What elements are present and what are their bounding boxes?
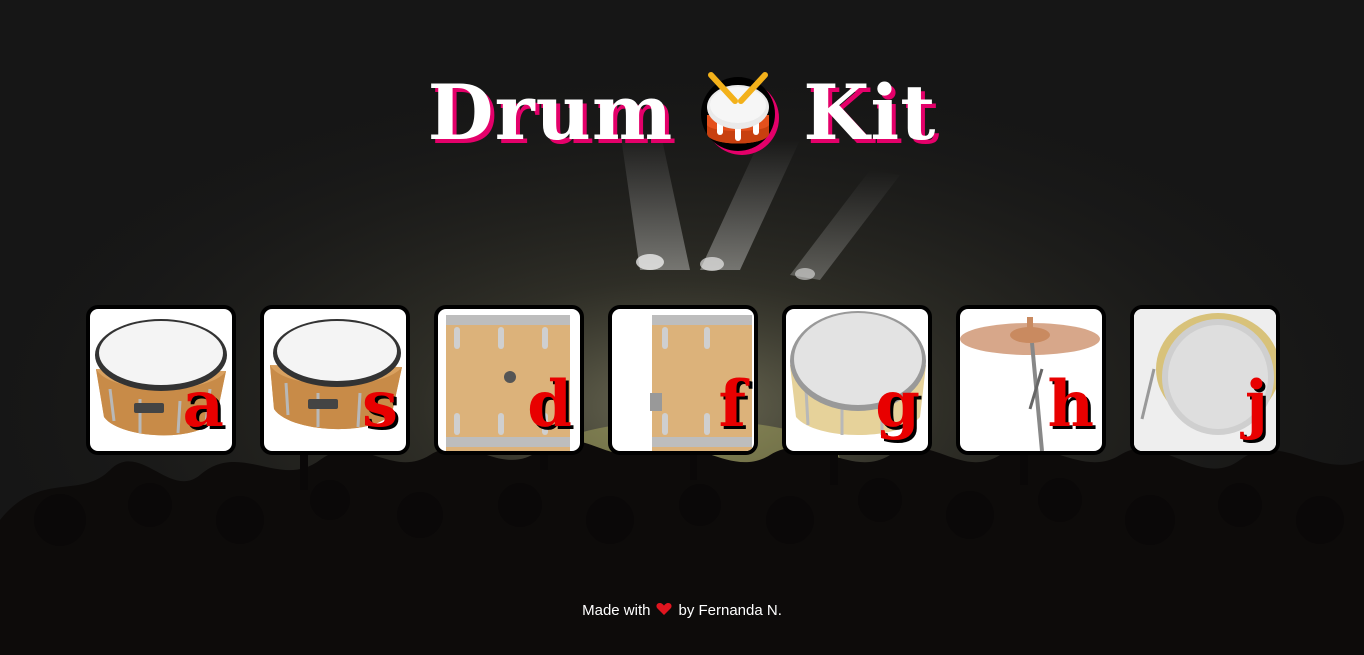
drum-key-h[interactable]: h <box>956 305 1106 455</box>
footer-author: by Fernanda N. <box>678 602 782 619</box>
drum-key-j[interactable]: j <box>1130 305 1280 455</box>
drum-with-sticks-icon <box>701 72 780 155</box>
footer-made-with: Made with <box>582 602 651 619</box>
key-letter: a <box>182 367 224 442</box>
drum-key-f[interactable]: f <box>608 305 758 455</box>
title-kit-word: Kit <box>803 67 937 157</box>
drum-key-s[interactable]: s <box>260 305 410 455</box>
key-letter: j <box>1244 367 1268 442</box>
drum-key-a[interactable]: a <box>86 305 236 455</box>
page-title: Drum Kit <box>0 62 1364 162</box>
key-letter: h <box>1047 367 1094 442</box>
drum-key-d[interactable]: d <box>434 305 584 455</box>
footer: Made with by Fernanda N. <box>0 602 1364 619</box>
drum-keys: a s d f g h j <box>86 305 1280 455</box>
title-drum-word: Drum <box>427 67 674 157</box>
key-letter: f <box>718 367 746 442</box>
key-letter: g <box>875 367 920 442</box>
key-letter: d <box>527 367 572 442</box>
heart-icon <box>656 603 673 615</box>
key-letter: s <box>361 367 398 442</box>
drum-key-g[interactable]: g <box>782 305 932 455</box>
